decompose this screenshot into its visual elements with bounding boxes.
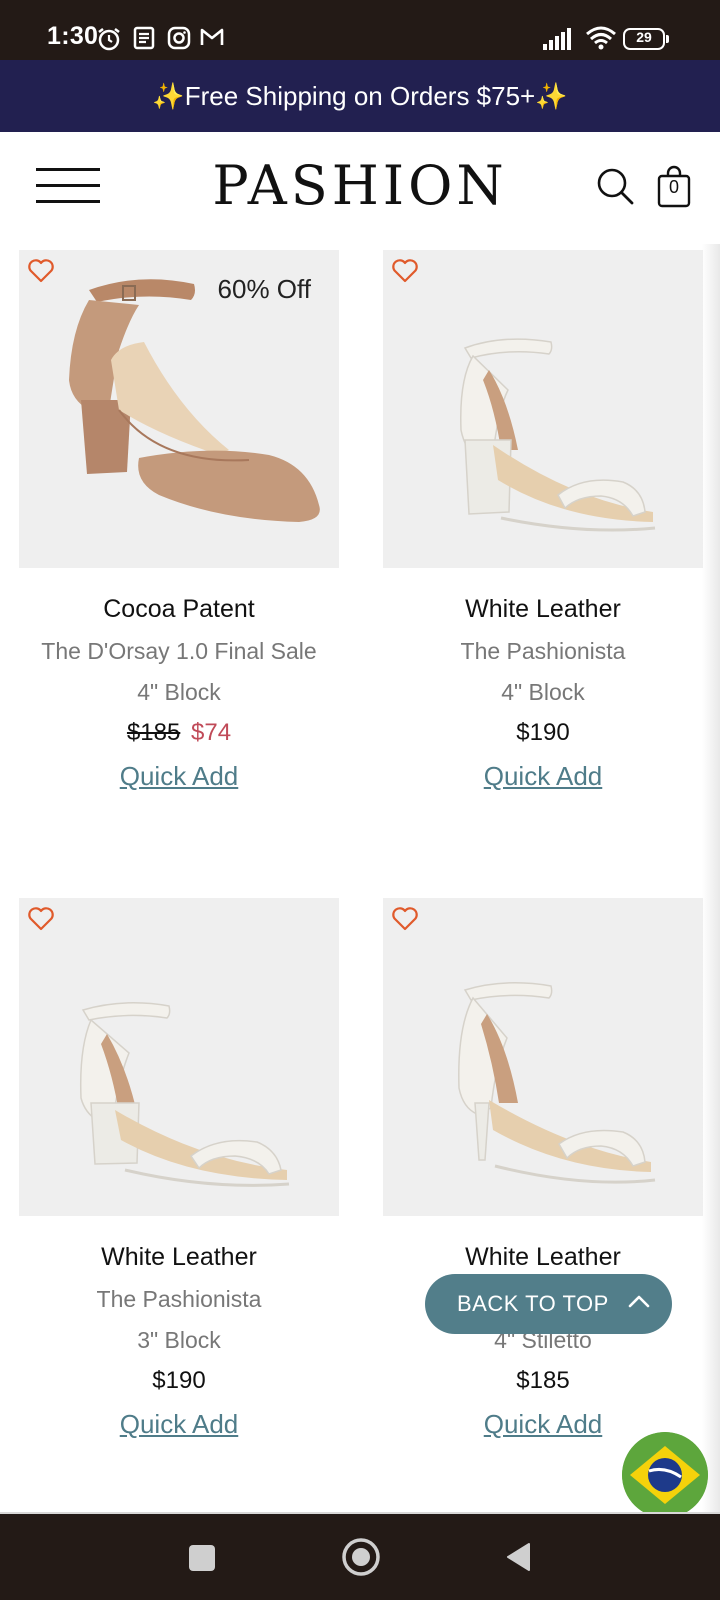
product-heel: 4" Block (137, 679, 221, 705)
status-bar: 1:30 29 (0, 0, 720, 60)
product-info: White Leather The Pashionista 4" Block $… (383, 588, 703, 798)
quick-add-link[interactable]: Quick Add (120, 1402, 239, 1446)
wishlist-heart-icon[interactable] (27, 258, 55, 284)
country-flag-button[interactable] (622, 1432, 708, 1518)
signal-icon (543, 28, 571, 50)
product-image[interactable] (383, 250, 703, 568)
scroll-edge-shadow (702, 244, 720, 1514)
stiletto-sandal-image (458, 982, 656, 1184)
product-color: White Leather (465, 1243, 621, 1271)
wishlist-heart-icon[interactable] (391, 258, 419, 284)
product-image[interactable]: 60% Off (19, 250, 339, 568)
product-price: $185 (516, 1367, 570, 1394)
back-icon[interactable] (503, 1541, 533, 1573)
search-icon[interactable] (595, 166, 635, 206)
discount-badge: 60% Off (217, 274, 311, 304)
chevron-up-icon (628, 1295, 650, 1308)
product-image[interactable] (383, 898, 703, 1216)
back-to-top-label: BACK TO TOP (457, 1291, 609, 1316)
shopping-bag-icon[interactable]: 0 (656, 164, 692, 208)
product-price: $190 (516, 719, 570, 746)
product-style: The Pashionista (460, 638, 626, 664)
instagram-icon (167, 26, 191, 50)
quick-add-link[interactable]: Quick Add (484, 754, 603, 798)
wishlist-heart-icon[interactable] (391, 906, 419, 932)
site-header: PASHION 0 (0, 132, 720, 244)
product-color: Cocoa Patent (103, 595, 255, 623)
brazil-flag-icon (622, 1432, 708, 1518)
product-color: White Leather (101, 1243, 257, 1271)
system-nav-bar (0, 1514, 720, 1600)
product-style: The D'Orsay 1.0 Final Sale (41, 638, 317, 664)
cart-count: 0 (668, 177, 679, 197)
home-icon[interactable] (340, 1536, 382, 1578)
promo-text: ✨Free Shipping on Orders $75+✨ (152, 80, 568, 111)
original-price: $185 (126, 719, 181, 746)
back-to-top-button[interactable]: BACK TO TOP (425, 1274, 672, 1334)
wifi-icon (586, 26, 616, 50)
wishlist-heart-icon[interactable] (27, 906, 55, 932)
product-heel: 3" Block (137, 1327, 221, 1353)
product-info: Cocoa Patent The D'Orsay 1.0 Final Sale … (19, 588, 339, 798)
status-time: 1:30 (47, 22, 99, 50)
product-style: The Pashionista (96, 1286, 262, 1312)
gmail-icon (200, 28, 224, 45)
quick-add-link[interactable]: Quick Add (120, 754, 239, 798)
product-price: $185 $74 (19, 712, 339, 754)
sandal-shoe-image (79, 1002, 290, 1187)
news-icon (133, 26, 155, 50)
product-info: White Leather 4" Stiletto $185 Quick Add (383, 1236, 703, 1446)
battery-icon: 29 (623, 28, 671, 50)
alarm-icon (98, 28, 120, 51)
product-info: White Leather The Pashionista 3" Block $… (19, 1236, 339, 1446)
product-price: $190 (152, 1367, 206, 1394)
sandal-shoe-image (460, 338, 656, 532)
battery-level: 29 (636, 29, 652, 45)
promo-banner[interactable]: ✨Free Shipping on Orders $75+✨ (0, 60, 720, 132)
recent-apps-icon[interactable] (189, 1545, 215, 1571)
quick-add-link[interactable]: Quick Add (484, 1402, 603, 1446)
sale-price: $74 (191, 719, 232, 746)
product-color: White Leather (465, 595, 621, 623)
product-heel: 4" Block (501, 679, 585, 705)
product-image[interactable] (19, 898, 339, 1216)
